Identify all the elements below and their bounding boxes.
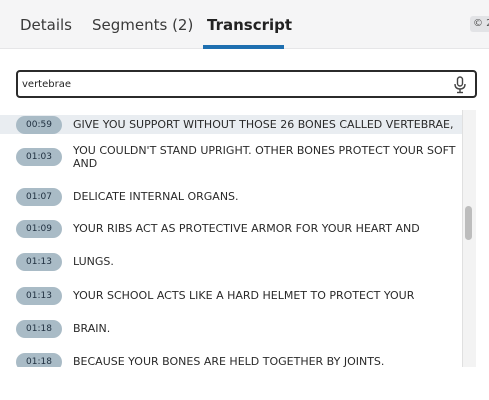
transcript-search-input[interactable] [22,75,442,93]
copyright-badge[interactable]: © 2 [470,16,489,32]
transcript-row[interactable]: 01:18 BECAUSE YOUR BONES ARE HELD TOGETHE… [0,351,462,367]
transcript-text: LUNGS. [73,255,114,268]
timestamp-badge[interactable]: 01:13 [16,253,62,271]
timestamp-badge[interactable]: 00:59 [16,116,62,134]
tab-bar: Details Segments (2) Transcript © 2 [0,0,489,49]
tab-details[interactable]: Details [20,15,72,35]
transcript-text: YOU COULDN'T STAND UPRIGHT. OTHER BONES … [73,144,456,170]
tab-transcript[interactable]: Transcript [207,15,292,35]
timestamp-badge[interactable]: 01:07 [16,188,62,206]
transcript-row[interactable]: 01:18 BRAIN. [0,318,462,343]
transcript-text: BRAIN. [73,322,111,335]
transcript-text: GIVE YOU SUPPORT WITHOUT THOSE 26 BONES … [73,118,454,131]
transcript-row[interactable]: 00:59 GIVE YOU SUPPORT WITHOUT THOSE 26 B… [0,115,462,134]
timestamp-badge[interactable]: 01:03 [16,148,62,166]
active-tab-indicator [203,45,284,49]
scrollbar-thumb[interactable] [465,206,472,240]
microphone-icon[interactable] [453,76,467,94]
tab-segments[interactable]: Segments (2) [92,15,193,35]
timestamp-badge[interactable]: 01:18 [16,320,62,338]
transcript-row[interactable]: 01:03 YOU COULDN'T STAND UPRIGHT. OTHER B… [0,144,462,175]
panel-bottom-area [0,367,489,400]
transcript-row[interactable]: 01:07 DELICATE INTERNAL ORGANS. [0,186,462,211]
transcript-row[interactable]: 01:13 LUNGS. [0,251,462,276]
timestamp-badge[interactable]: 01:09 [16,220,62,238]
transcript-text: DELICATE INTERNAL ORGANS. [73,190,239,203]
timestamp-badge[interactable]: 01:13 [16,287,62,305]
transcript-row[interactable]: 01:09 YOUR RIBS ACT AS PROTECTIVE ARMOR F… [0,218,462,243]
transcript-panel: Details Segments (2) Transcript © 2 00:5… [0,0,489,400]
transcript-search-box[interactable] [16,70,477,98]
transcript-text: YOUR SCHOOL ACTS LIKE A HARD HELMET TO P… [73,289,415,302]
transcript-text: BECAUSE YOUR BONES ARE HELD TOGETHER BY … [73,355,385,367]
transcript-row[interactable]: 01:13 YOUR SCHOOL ACTS LIKE A HARD HELMET… [0,285,462,310]
transcript-text: YOUR RIBS ACT AS PROTECTIVE ARMOR FOR YO… [73,222,420,235]
timestamp-badge[interactable]: 01:18 [16,353,62,367]
transcript-list: 00:59 GIVE YOU SUPPORT WITHOUT THOSE 26 B… [0,110,489,367]
